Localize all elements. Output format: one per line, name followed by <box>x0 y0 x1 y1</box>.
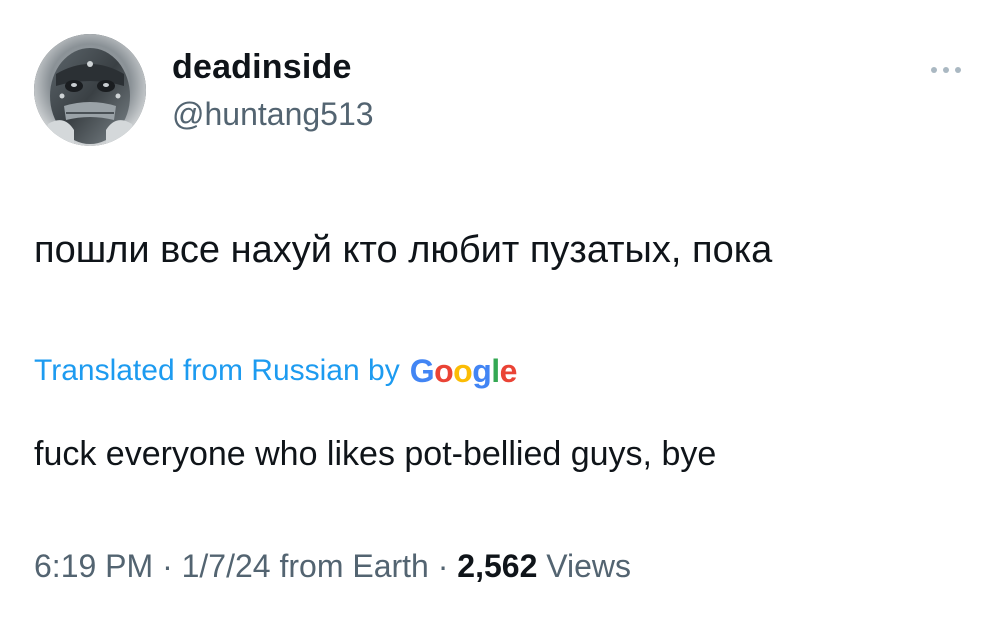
tweet-metadata: 6:19 PM · 1/7/24 from Earth · 2,562 View… <box>34 544 631 588</box>
avatar[interactable] <box>34 34 146 146</box>
google-logo-letter: G <box>409 352 435 389</box>
meta-separator: · <box>153 548 182 584</box>
tweet-card: deadinside @huntang513 пошли все нахуй к… <box>0 0 1000 619</box>
source-label: from Earth <box>270 548 429 584</box>
masked-face-icon <box>34 34 146 146</box>
more-options-button[interactable] <box>926 58 966 82</box>
views-label: Views <box>537 548 632 584</box>
more-horizontal-icon <box>931 67 961 73</box>
tweet-text: пошли все нахуй кто любит пузатых, пока <box>34 229 773 271</box>
google-logo-letter: l <box>491 352 500 389</box>
meta-separator: · <box>428 548 458 584</box>
views-count: 2,562 <box>457 548 538 584</box>
translated-tweet-text: fuck everyone who likes pot-bellied guys… <box>34 435 717 473</box>
timestamp-time[interactable]: 6:19 PM <box>34 548 153 584</box>
translation-attribution: Translated from Russian by Google <box>34 348 517 394</box>
author-display-name[interactable]: deadinside <box>172 46 352 88</box>
google-logo-letter: o <box>453 352 473 389</box>
google-logo-letter: g <box>472 352 492 389</box>
author-handle[interactable]: @huntang513 <box>172 94 374 134</box>
google-logo-letter: o <box>434 352 454 389</box>
translated-from-label[interactable]: Translated from Russian by <box>34 354 400 388</box>
google-logo: Google <box>409 352 518 390</box>
google-logo-letter: e <box>499 352 518 389</box>
timestamp-date[interactable]: 1/7/24 <box>182 548 271 584</box>
